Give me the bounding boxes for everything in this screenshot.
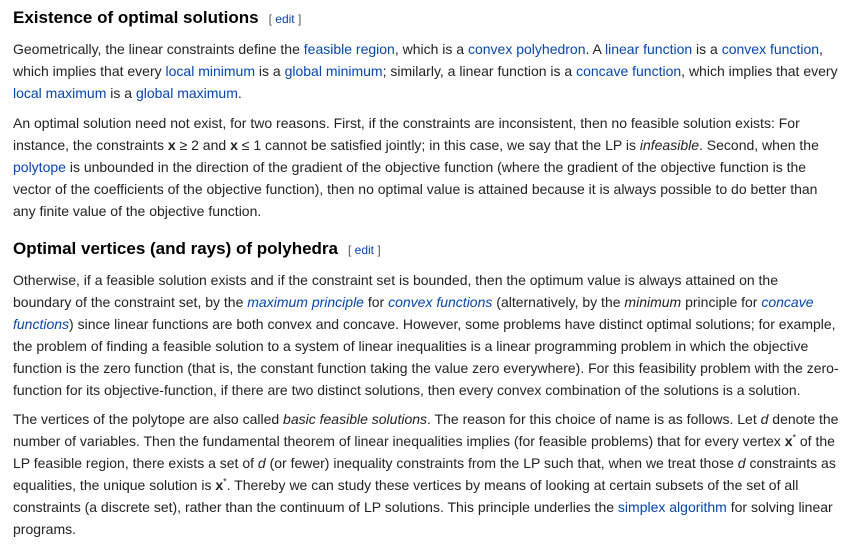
text: boundary of the constraint set, by the xyxy=(13,294,248,310)
text: ) since linear functions are both convex… xyxy=(69,316,836,332)
text: The vertices of the polytope are also ca… xyxy=(13,411,284,427)
text: of the xyxy=(796,433,835,449)
link-polytope[interactable]: polytope xyxy=(13,159,66,175)
text: Otherwise, if a feasible solution exists… xyxy=(13,272,778,288)
text: is unbounded in the direction of the gra… xyxy=(65,159,807,175)
edit-section-link[interactable]: [ edit ] xyxy=(348,243,381,257)
text: ; similarly, a linear function is a xyxy=(382,63,577,79)
text: ≤ 1 cannot be satisfied jointly; in this… xyxy=(237,137,640,153)
math-x: x xyxy=(167,137,176,153)
link-text[interactable]: convex functions xyxy=(388,294,492,310)
math-x: x xyxy=(215,477,224,493)
math-d: d xyxy=(257,455,266,471)
text: number of variables. Then the fundamenta… xyxy=(13,433,785,449)
math-d: d xyxy=(737,455,746,471)
text: for xyxy=(363,294,389,310)
text: , xyxy=(819,41,823,57)
text: vector of the coefficients of the object… xyxy=(13,181,818,197)
text: equalities, the unique solution is xyxy=(13,477,216,493)
text: Geometrically, the linear constraints de… xyxy=(13,41,304,57)
link-convex-polyhedron[interactable]: convex polyhedron xyxy=(468,41,586,57)
section-title: Existence of optimal solutions xyxy=(13,8,259,27)
edit-link[interactable]: edit xyxy=(355,243,374,257)
text: constraints as xyxy=(745,455,836,471)
paragraph: The vertices of the polytope are also ca… xyxy=(13,408,838,540)
edit-section-link[interactable]: [ edit ] xyxy=(269,12,302,26)
text: , which is a xyxy=(394,41,468,57)
link-text[interactable]: functions xyxy=(13,316,69,332)
text: , which implies that every xyxy=(681,63,838,79)
emphasis: minimum xyxy=(624,294,682,310)
link-convex-function[interactable]: convex function xyxy=(722,41,819,57)
text: is a xyxy=(254,63,285,79)
text: . Thereby we can study these vertices by… xyxy=(226,477,799,493)
text: ≥ 2 and xyxy=(175,137,231,153)
text: which implies that every xyxy=(13,63,166,79)
math-x: x xyxy=(230,137,238,153)
text: denote the xyxy=(768,411,839,427)
section-title: Optimal vertices (and rays) of polyhedra xyxy=(13,239,338,258)
emphasis: basic feasible solutions xyxy=(283,411,428,427)
edit-link[interactable]: edit xyxy=(275,12,294,26)
text: the problem of finding a feasible soluti… xyxy=(13,338,809,354)
emphasis: infeasible xyxy=(639,137,699,153)
section-heading-optimal-vertices: Optimal vertices (and rays) of polyhedra… xyxy=(13,238,381,261)
text: any finite value of the objective functi… xyxy=(13,203,262,219)
text: is a xyxy=(106,85,136,101)
link-simplex-algorithm[interactable]: simplex algorithm xyxy=(618,499,727,515)
text: . A xyxy=(585,41,605,57)
paragraph: Geometrically, the linear constraints de… xyxy=(13,38,838,104)
link-text[interactable]: concave xyxy=(761,294,813,310)
text: function is the zero function (that is, … xyxy=(13,360,839,376)
section-heading-existence: Existence of optimal solutions [ edit ] xyxy=(13,7,301,30)
link-convex-functions[interactable]: convex functions xyxy=(388,294,492,310)
text: programs. xyxy=(13,521,77,537)
text: An optimal solution need not exist, for … xyxy=(13,115,800,131)
text: is a xyxy=(692,41,722,57)
link-maximum-principle[interactable]: maximum principle xyxy=(247,294,364,310)
text: function for its objective-function, if … xyxy=(13,382,801,398)
link-global-maximum[interactable]: global maximum xyxy=(136,85,238,101)
link-concave-functions-cont[interactable]: functions xyxy=(13,316,69,332)
link-concave-functions[interactable]: concave xyxy=(761,294,813,310)
text: constraints (a discrete set), rather tha… xyxy=(13,499,618,515)
text: . Second, when the xyxy=(699,137,819,153)
link-linear-function[interactable]: linear function xyxy=(605,41,692,57)
text: (or fewer) inequality constraints from t… xyxy=(265,455,738,471)
link-feasible-region[interactable]: feasible region xyxy=(304,41,395,57)
text: . xyxy=(237,85,242,101)
link-global-minimum[interactable]: global minimum xyxy=(285,63,383,79)
text: for solving linear xyxy=(726,499,833,515)
text: principle for xyxy=(681,294,762,310)
link-local-maximum[interactable]: local maximum xyxy=(13,85,106,101)
link-text[interactable]: maximum principle xyxy=(247,294,364,310)
link-local-minimum[interactable]: local minimum xyxy=(166,63,255,79)
text: LP feasible region, there exists a set o… xyxy=(13,455,258,471)
text: instance, the constraints xyxy=(13,137,168,153)
text: . The reason for this choice of name is … xyxy=(427,411,761,427)
link-concave-function[interactable]: concave function xyxy=(576,63,681,79)
text: (alternatively, by the xyxy=(492,294,625,310)
paragraph: An optimal solution need not exist, for … xyxy=(13,112,819,222)
paragraph: Otherwise, if a feasible solution exists… xyxy=(13,269,839,401)
